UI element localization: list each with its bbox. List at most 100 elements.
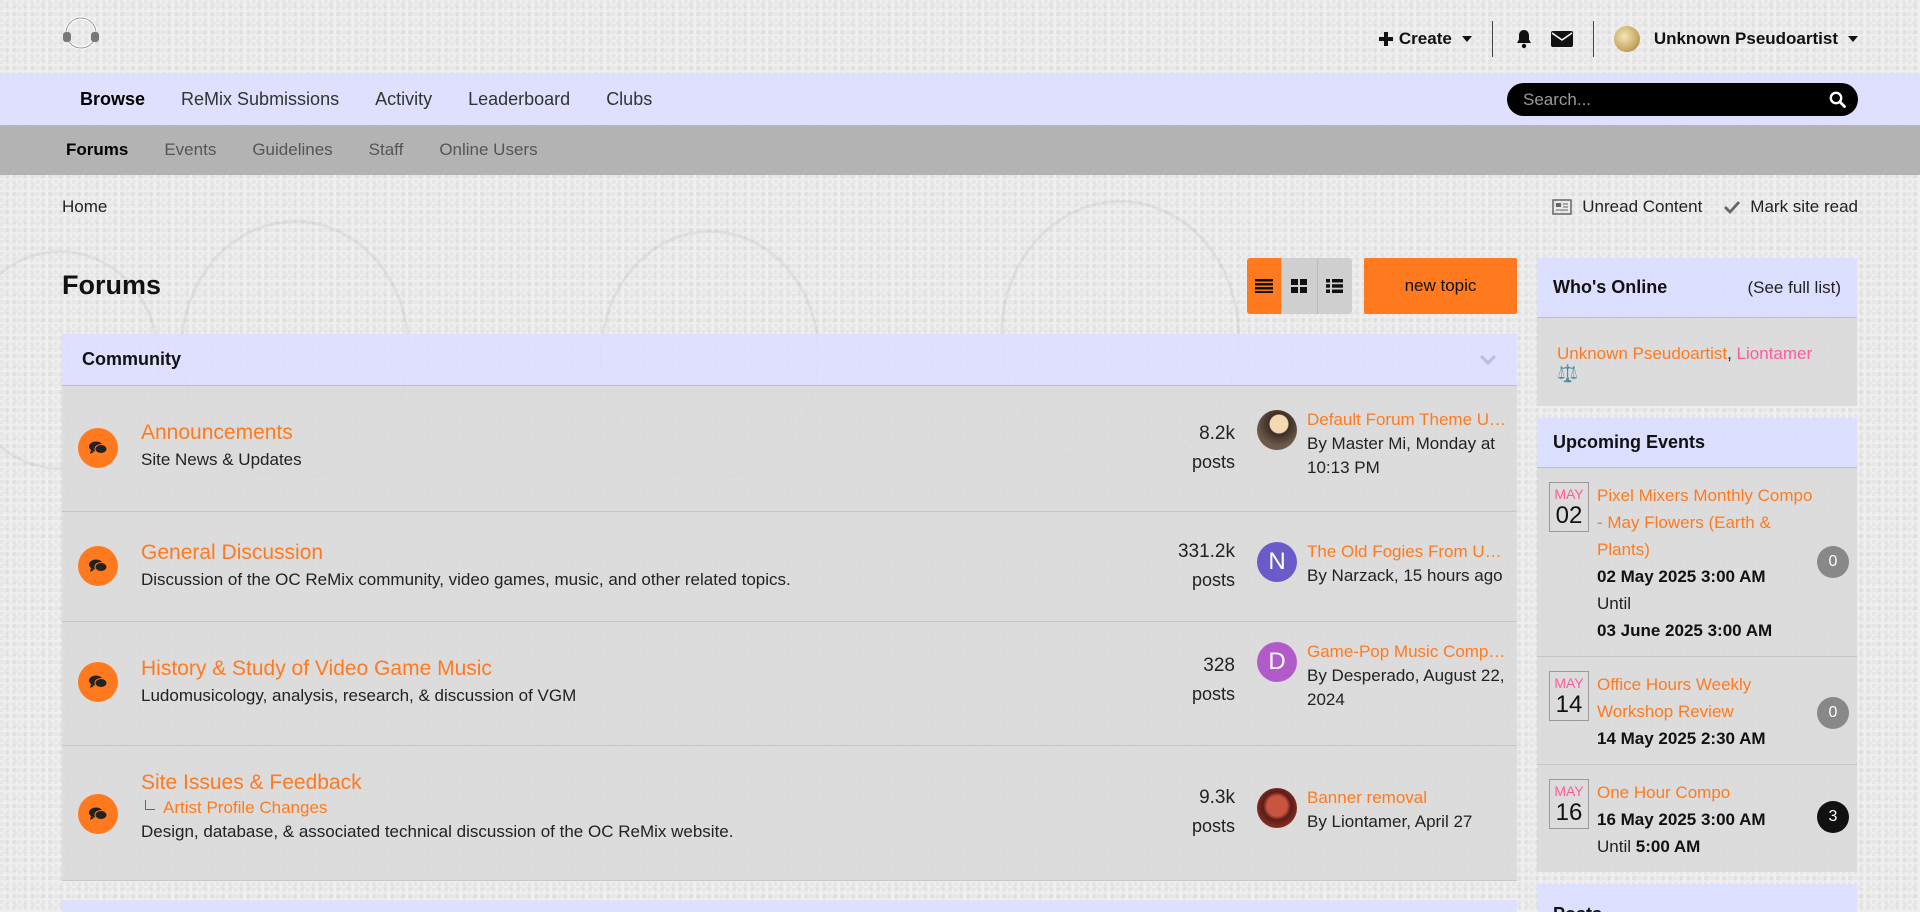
breadcrumb-home[interactable]: Home	[62, 197, 107, 217]
forum-post-count: 8.2k posts	[1192, 420, 1235, 476]
forum-title-link[interactable]: Announcements	[141, 420, 302, 446]
last-poster-avatar[interactable]	[1257, 410, 1297, 450]
collapse-chevron-icon[interactable]	[1479, 354, 1497, 366]
forum-title-link[interactable]: General Discussion	[141, 540, 791, 566]
post-count-value: 9.3k	[1199, 787, 1235, 808]
forum-post-count: 331.2k posts	[1178, 538, 1235, 594]
list-view-icon	[1255, 279, 1274, 293]
event-month: MAY	[1554, 783, 1584, 799]
widget-title: Posts	[1553, 904, 1602, 912]
view-grid-button[interactable]	[1281, 258, 1317, 314]
calendar-date-icon: MAY 14	[1549, 671, 1589, 721]
last-post: N The Old Fogies From Un... By Narzack, …	[1257, 542, 1517, 588]
mark-site-read-label: Mark site read	[1750, 197, 1858, 216]
online-user-link[interactable]: Unknown Pseudoartist	[1557, 344, 1727, 363]
post-count-label: posts	[1191, 684, 1235, 704]
online-users-list: Unknown Pseudoartist, Liontamer ⚖️	[1557, 344, 1813, 383]
site-logo-icon[interactable]	[60, 16, 102, 50]
subnav-item-events[interactable]: Events	[146, 140, 234, 160]
post-count-value: 328	[1203, 655, 1235, 676]
forum-title-link[interactable]: History & Study of Video Game Music	[141, 656, 576, 682]
chevron-down-icon	[1848, 36, 1858, 42]
next-category-header	[62, 900, 1517, 912]
create-button[interactable]: Create	[1378, 29, 1472, 49]
forum-description: Site News & Updates	[141, 450, 302, 469]
new-topic-button[interactable]: new topic	[1364, 258, 1517, 314]
event-item: MAY 14 Office Hours Weekly Workshop Revi…	[1537, 657, 1857, 765]
last-post: D Game-Pop Music Compar... By Desperado,…	[1257, 642, 1517, 712]
forum-row: Announcements Site News & Updates 8.2k p…	[62, 386, 1517, 512]
event-until-row: Until 5:00 AM	[1597, 833, 1815, 860]
event-day: 14	[1555, 691, 1583, 718]
checkmark-icon	[1724, 201, 1741, 214]
last-post-title-link[interactable]: Game-Pop Music Compar...	[1307, 642, 1507, 662]
subforum-label: Artist Profile Changes	[163, 798, 328, 817]
event-title-link[interactable]: One Hour Compo	[1597, 779, 1815, 806]
widget-title: Who's Online	[1553, 277, 1668, 297]
forum-category-community: Community Announcements Site News & Upda…	[62, 334, 1517, 881]
last-poster-avatar[interactable]: D	[1257, 642, 1297, 682]
post-count-label: posts	[1191, 816, 1235, 836]
forum-description: Design, database, & associated technical…	[141, 822, 734, 841]
nav-item-activity[interactable]: Activity	[357, 89, 450, 110]
forum-row: History & Study of Video Game Music Ludo…	[62, 622, 1517, 746]
nav-item-remix-submissions[interactable]: ReMix Submissions	[163, 89, 357, 110]
user-name: Unknown Pseudoartist	[1653, 29, 1838, 48]
page-title: Forums	[62, 270, 162, 300]
subnav-item-online-users[interactable]: Online Users	[421, 140, 555, 160]
grid-view-icon	[1291, 279, 1308, 293]
last-post: Default Forum Theme Up... By Master Mi, …	[1257, 410, 1517, 480]
view-table-button[interactable]	[1247, 258, 1282, 314]
plus-icon	[1378, 32, 1393, 46]
notifications-bell-icon[interactable]	[1513, 28, 1535, 50]
search-icon[interactable]	[1829, 91, 1846, 108]
last-post-title-link[interactable]: Banner removal	[1307, 788, 1507, 808]
subnav-item-guidelines[interactable]: Guidelines	[234, 140, 350, 160]
user-menu-button[interactable]: Unknown Pseudoartist	[1613, 26, 1858, 52]
nav-item-clubs[interactable]: Clubs	[588, 89, 670, 110]
event-title-link[interactable]: Office Hours Weekly Workshop Review	[1597, 671, 1815, 725]
last-poster-avatar[interactable]	[1257, 788, 1297, 828]
subnav-item-staff[interactable]: Staff	[351, 140, 422, 160]
messages-envelope-icon[interactable]	[1550, 28, 1573, 50]
unread-content-label: Unread Content	[1582, 197, 1703, 216]
last-post: Banner removal By Liontamer, April 27	[1257, 788, 1517, 834]
event-item: MAY 02 Pixel Mixers Monthly Compo - May …	[1537, 468, 1857, 657]
subforum-branch-icon	[145, 800, 155, 810]
subnav-item-forums[interactable]: Forums	[48, 140, 146, 160]
last-post-meta: By Desperado, August 22, 2024	[1307, 666, 1505, 709]
forum-title-link[interactable]: Site Issues & Feedback	[141, 770, 733, 796]
subforum-link[interactable]: Artist Profile Changes	[141, 798, 733, 818]
create-label: Create	[1398, 29, 1452, 48]
forum-chat-icon	[78, 662, 118, 702]
chevron-down-icon	[1461, 36, 1472, 42]
forum-post-count: 328 posts	[1192, 652, 1235, 708]
see-full-list-link[interactable]: (See full list)	[1747, 278, 1841, 298]
event-until-label: Until	[1597, 594, 1632, 613]
nav-item-leaderboard[interactable]: Leaderboard	[450, 89, 588, 110]
nav-item-browse[interactable]: Browse	[62, 89, 163, 110]
mark-site-read-link[interactable]: Mark site read	[1724, 197, 1858, 217]
event-end: 03 June 2025 3:00 AM	[1597, 621, 1773, 640]
calendar-date-icon: MAY 02	[1549, 482, 1589, 532]
event-title-link[interactable]: Pixel Mixers Monthly Compo - May Flowers…	[1597, 482, 1815, 563]
last-post-title-link[interactable]: The Old Fogies From Un...	[1307, 542, 1507, 562]
last-post-meta: By Liontamer, April 27	[1307, 812, 1473, 831]
event-month: MAY	[1554, 486, 1584, 502]
post-count-label: posts	[1191, 452, 1235, 472]
forum-row: General Discussion Discussion of the OC …	[62, 512, 1517, 622]
widget-title: Upcoming Events	[1553, 432, 1706, 452]
category-header: Community	[62, 334, 1517, 386]
search-input[interactable]	[1523, 89, 1829, 110]
post-count-label: posts	[1191, 570, 1235, 590]
event-attendee-count: 0	[1817, 546, 1849, 578]
unread-content-link[interactable]: Unread Content	[1552, 197, 1702, 217]
view-fluid-button[interactable]	[1316, 258, 1352, 314]
forum-row: Site Issues & Feedback Artist Profile Ch…	[62, 746, 1517, 881]
forum-chat-icon	[78, 546, 118, 586]
last-post-title-link[interactable]: Default Forum Theme Up...	[1307, 410, 1507, 430]
event-month: MAY	[1554, 675, 1584, 691]
sidebar: Who's Online (See full list) Unknown Pse…	[1537, 258, 1857, 912]
forum-chat-icon	[78, 428, 118, 468]
last-poster-avatar[interactable]: N	[1257, 542, 1297, 582]
